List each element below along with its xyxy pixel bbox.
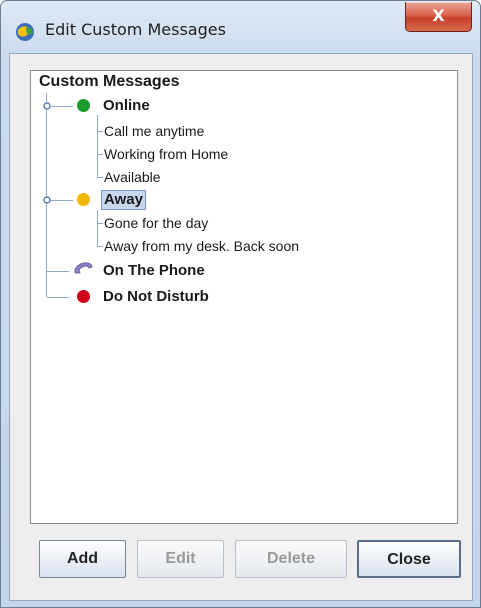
phone-icon (74, 262, 93, 274)
tree-item-message[interactable]: Available (104, 168, 161, 186)
app-globe-icon (16, 23, 34, 41)
tree-line (51, 106, 73, 107)
tree-item-online[interactable]: Online (103, 97, 150, 115)
delete-button[interactable]: Delete (235, 540, 347, 578)
tree-item-do-not-disturb[interactable]: Do Not Disturb (103, 288, 209, 306)
yellow-status-dot-icon (77, 193, 90, 206)
tree-line (97, 115, 98, 177)
title-bar[interactable]: Edit Custom Messages X (1, 1, 480, 57)
tree-line (97, 131, 103, 132)
tree-item-on-the-phone[interactable]: On The Phone (103, 262, 205, 280)
close-button[interactable]: Close (357, 540, 461, 578)
tree-line (97, 177, 103, 178)
dialog-window: Edit Custom Messages X Custom Messages O… (0, 0, 481, 608)
tree-line (97, 210, 98, 246)
tree-line (47, 271, 69, 272)
tree-item-message[interactable]: Working from Home (104, 145, 228, 163)
green-status-dot-icon (77, 99, 90, 112)
window-title: Edit Custom Messages (45, 20, 226, 39)
custom-messages-tree[interactable] (30, 70, 458, 524)
tree-line (97, 223, 103, 224)
tree-item-away[interactable]: Away (101, 190, 146, 210)
tree-line (97, 154, 103, 155)
red-status-dot-icon (77, 290, 90, 303)
window-close-button[interactable]: X (405, 2, 472, 32)
tree-line (97, 246, 103, 247)
tree-item-message[interactable]: Call me anytime (104, 122, 204, 140)
tree-line (51, 200, 73, 201)
tree-line (47, 297, 69, 298)
tree-root-label[interactable]: Custom Messages (39, 73, 180, 91)
tree-item-message[interactable]: Gone for the day (104, 214, 208, 232)
add-button[interactable]: Add (39, 540, 126, 578)
tree-item-message[interactable]: Away from my desk. Back soon (104, 237, 299, 255)
edit-button[interactable]: Edit (137, 540, 224, 578)
